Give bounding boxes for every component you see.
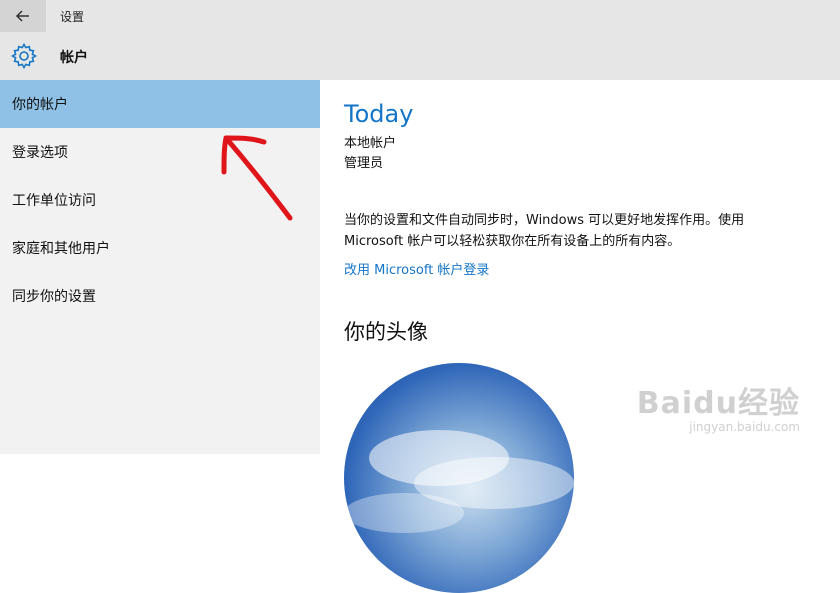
sky-image — [344, 363, 574, 593]
title-bar: 设置 — [0, 0, 840, 32]
account-role: 管理员 — [344, 152, 383, 171]
microsoft-account-link[interactable]: 改用 Microsoft 帐户登录 — [344, 259, 489, 278]
account-type: 本地帐户 — [344, 132, 396, 151]
avatar-heading: 你的头像 — [344, 316, 428, 346]
window-title: 设置 — [60, 8, 84, 25]
back-button[interactable] — [0, 0, 46, 32]
watermark-main: Baidu经验 — [637, 378, 800, 422]
back-arrow-icon — [15, 8, 31, 24]
sidebar: 你的帐户 登录选项 工作单位访问 家庭和其他用户 同步你的设置 — [0, 80, 320, 454]
sidebar-item-work-access[interactable]: 工作单位访问 — [0, 176, 320, 224]
sidebar-item-sync-settings[interactable]: 同步你的设置 — [0, 272, 320, 320]
watermark-sub: jingyan.baidu.com — [637, 420, 800, 434]
sidebar-item-sign-in-options[interactable]: 登录选项 — [0, 128, 320, 176]
sync-description: 当你的设置和文件自动同步时，Windows 可以更好地发挥作用。使用 Micro… — [344, 210, 794, 252]
page-header: 帐户 — [0, 32, 840, 80]
page-title: 帐户 — [60, 47, 88, 67]
gear-icon — [11, 43, 37, 69]
sidebar-item-your-account[interactable]: 你的帐户 — [0, 80, 320, 128]
account-name: Today — [344, 100, 413, 128]
sidebar-item-family-other-users[interactable]: 家庭和其他用户 — [0, 224, 320, 272]
avatar[interactable] — [344, 363, 574, 593]
baidu-watermark: Baidu经验 jingyan.baidu.com — [637, 378, 800, 434]
